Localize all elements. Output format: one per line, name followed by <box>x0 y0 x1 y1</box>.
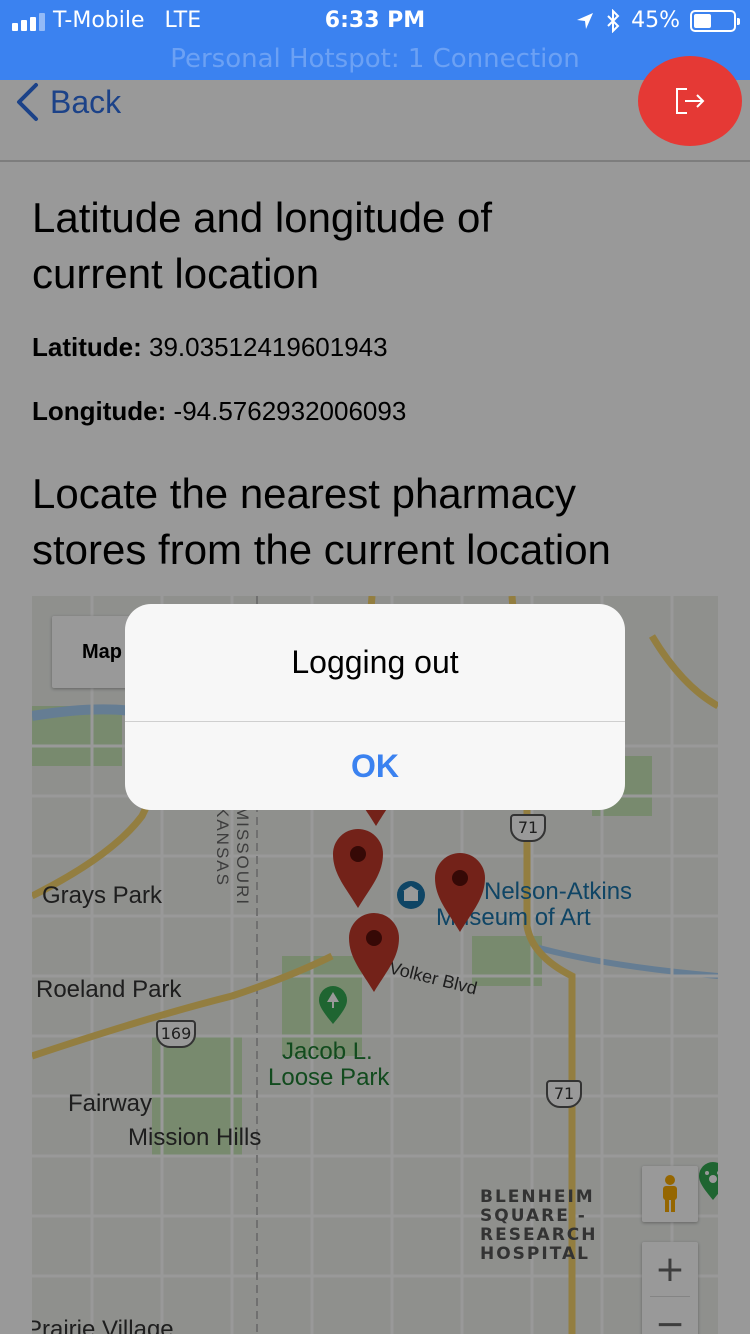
status-bar: T-Mobile LTE 6:33 PM 45% Personal Hotspo… <box>0 0 750 80</box>
logout-alert: Logging out OK <box>125 604 625 810</box>
alert-title: Logging out <box>125 604 625 722</box>
location-arrow-icon <box>577 12 594 29</box>
bluetooth-icon <box>607 8 620 33</box>
status-right: 45% <box>575 8 740 33</box>
alert-ok-button[interactable]: OK <box>125 722 625 810</box>
battery-percent: 45% <box>631 8 680 33</box>
battery-icon <box>690 9 740 32</box>
logout-button[interactable] <box>638 56 742 146</box>
logout-icon <box>676 88 705 114</box>
hotspot-banner[interactable]: Personal Hotspot: 1 Connection <box>0 44 750 74</box>
